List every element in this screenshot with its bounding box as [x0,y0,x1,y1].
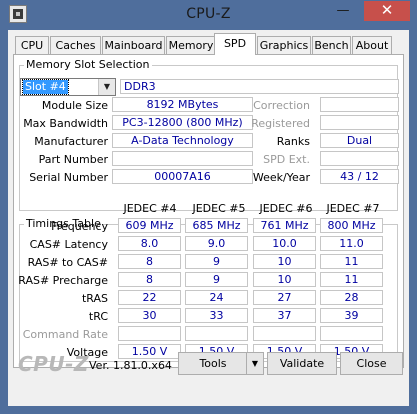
timing-cell: 8 [118,254,181,269]
ranks-label: Ranks [276,135,310,148]
title-bar[interactable]: CPU-Z — ✕ [0,0,417,30]
timing-cell [253,326,316,341]
ras-to-cas-label: RAS# to CAS# [27,256,108,269]
manufacturer-value: A-Data Technology [112,133,253,148]
slot-select[interactable]: Slot #4 ▼ [20,78,116,96]
timing-cell: 8 [118,272,181,287]
validate-button[interactable]: Validate [267,352,337,375]
memory-slot-selection-title: Memory Slot Selection [24,58,152,71]
timing-cell: 761 MHz [253,218,316,233]
version-text: Ver. 1.81.0.x64 [89,359,172,372]
minimize-button[interactable]: — [330,1,356,21]
timing-cell: 28 [320,290,383,305]
tab-cpu[interactable]: CPU [15,36,49,54]
cas-latency-label: CAS# Latency [29,238,108,251]
correction-value [320,97,399,112]
memory-type-value: DDR3 [120,79,399,94]
timing-cell: 10 [253,272,316,287]
timing-cell: 9 [185,272,248,287]
close-button[interactable]: Close [340,352,403,375]
timing-cell: 9.0 [185,236,248,251]
timings-column-header: JEDEC #7 [326,202,380,215]
timing-cell: 30 [118,308,181,323]
correction-label: Correction [253,99,310,112]
module-size-label: Module Size [41,99,108,112]
cpuz-window: CPU-Z — ✕ CPU Caches Mainboard Memory SP… [0,0,417,414]
timing-cell: 685 MHz [185,218,248,233]
tools-button[interactable]: Tools ▼ [178,352,264,375]
timing-cell: 800 MHz [320,218,383,233]
spd-ext-value [320,151,399,166]
registered-label: Registered [251,117,310,130]
ranks-value: Dual [320,133,399,148]
registered-value [320,115,399,130]
timing-cell: 10 [253,254,316,269]
timing-cell: 8.0 [118,236,181,251]
timing-cell [185,326,248,341]
spd-ext-label: SPD Ext. [263,153,310,166]
tab-bench[interactable]: Bench [312,36,351,54]
tab-caches[interactable]: Caches [50,36,101,54]
timing-cell: 22 [118,290,181,305]
frequency-label: Frequency [51,220,108,233]
timing-cell [320,326,383,341]
tras-label: tRAS [81,292,108,305]
timing-cell: 10.0 [253,236,316,251]
serial-number-value: 00007A16 [112,169,253,184]
timings-column-header: JEDEC #6 [259,202,313,215]
max-bandwidth-label: Max Bandwidth [23,117,108,130]
chevron-down-icon[interactable]: ▼ [98,79,115,95]
part-number-value [112,151,253,166]
tab-graphics[interactable]: Graphics [257,36,311,54]
manufacturer-label: Manufacturer [34,135,108,148]
command-rate-label: Command Rate [22,328,108,341]
timing-cell: 27 [253,290,316,305]
timings-column-header: JEDEC #4 [123,202,177,215]
tab-about[interactable]: About [352,36,392,54]
week-year-value: 43 / 12 [320,169,399,184]
timings-column-header: JEDEC #5 [192,202,246,215]
tab-spd[interactable]: SPD [214,33,256,55]
module-size-value: 8192 MBytes [112,97,253,112]
timing-cell: 609 MHz [118,218,181,233]
max-bandwidth-value: PC3-12800 (800 MHz) [112,115,253,130]
week-year-label: Week/Year [252,171,310,184]
part-number-label: Part Number [38,153,108,166]
timing-cell: 11 [320,254,383,269]
tab-memory[interactable]: Memory [166,36,216,54]
timing-cell [118,326,181,341]
timing-cell: 9 [185,254,248,269]
cpuz-logo: CPU-Z [18,352,89,376]
timing-cell: 11 [320,272,383,287]
client-area: CPU Caches Mainboard Memory SPD Graphics… [8,30,409,406]
chevron-down-icon[interactable]: ▼ [246,353,263,374]
tab-mainboard[interactable]: Mainboard [102,36,165,54]
timing-cell: 33 [185,308,248,323]
ras-precharge-label: RAS# Precharge [18,274,108,287]
timing-cell: 39 [320,308,383,323]
timing-cell: 11.0 [320,236,383,251]
timing-cell: 37 [253,308,316,323]
serial-number-label: Serial Number [29,171,108,184]
timing-cell: 1.50 V [118,344,181,359]
tools-button-label: Tools [199,357,227,370]
trc-label: tRC [88,310,108,323]
timing-cell: 24 [185,290,248,305]
slot-select-value: Slot #4 [22,79,69,95]
close-window-button[interactable]: ✕ [364,1,410,21]
